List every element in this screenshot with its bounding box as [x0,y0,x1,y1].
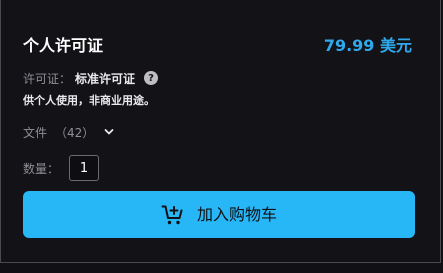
add-to-cart-icon [161,203,185,227]
quantity-label: 数量： [23,161,60,176]
quantity-input[interactable] [69,155,100,181]
help-icon[interactable]: ? [144,71,159,85]
product-title: 个人许可证 [23,36,104,55]
files-count: （42） [55,125,95,140]
license-label: 许可证： [23,71,72,86]
license-value: 标准许可证 [75,71,136,86]
product-license-panel: 个人许可证 79.99 美元 许可证： 标准许可证 ? 供个人使用，非商业用途。… [0,0,441,263]
files-label: 文件 [23,125,48,140]
add-to-cart-button[interactable]: 加入购物车 [23,191,415,238]
license-description: 供个人使用，非商业用途。 [23,94,155,107]
license-row: 许可证： 标准许可证 ? [23,69,159,87]
files-toggle[interactable]: 文件 （42） [23,123,114,141]
chevron-down-icon [104,127,114,137]
quantity-row: 数量： [23,155,100,181]
product-price: 79.99 美元 [323,36,412,55]
add-to-cart-label: 加入购物车 [196,204,277,224]
